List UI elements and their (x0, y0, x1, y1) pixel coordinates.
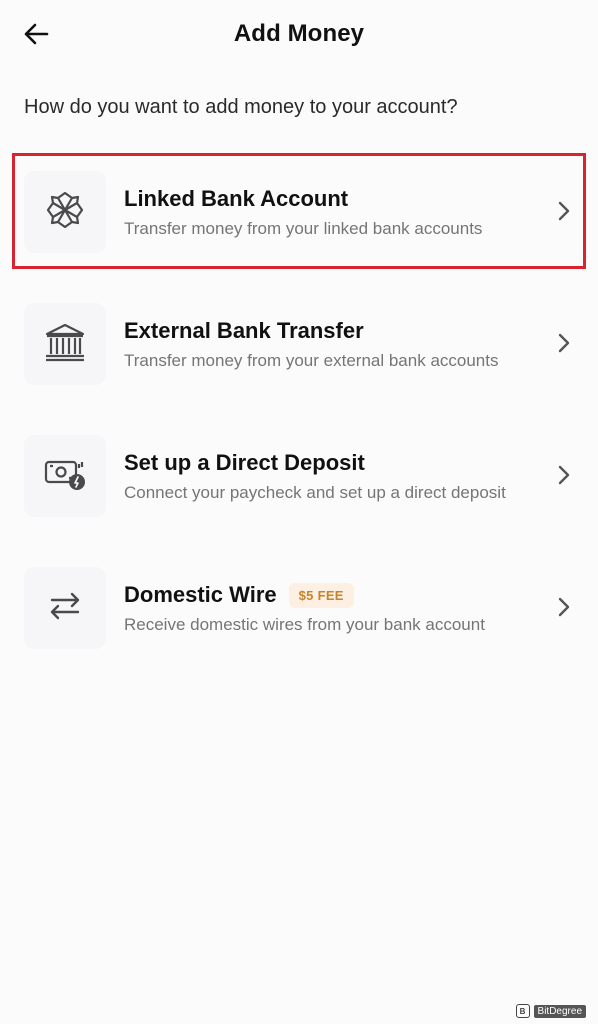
bank-building-icon (43, 322, 87, 367)
option-description: Transfer money from your linked bank acc… (124, 219, 483, 238)
header: Add Money (0, 0, 598, 70)
paycheck-icon (44, 456, 86, 497)
option-icon-box (24, 567, 106, 649)
option-direct-deposit[interactable]: Set up a Direct Deposit Connect your pay… (12, 417, 586, 533)
option-icon-box (24, 171, 106, 253)
option-description: Connect your paycheck and set up a direc… (124, 483, 506, 502)
fee-badge: $5 FEE (288, 582, 354, 608)
option-title-text: Linked Bank Account (124, 186, 349, 211)
option-external-bank-transfer[interactable]: External Bank Transfer Transfer money fr… (12, 285, 586, 401)
watermark-logo-icon: B (515, 1004, 530, 1018)
option-title: Set up a Direct Deposit (124, 450, 365, 476)
option-icon-box (24, 435, 106, 517)
option-title: External Bank Transfer (124, 318, 364, 344)
option-title-text: Set up a Direct Deposit (124, 450, 365, 475)
watermark: B BitDegree (515, 1004, 586, 1018)
watermark-text: BitDegree (533, 1004, 586, 1018)
chevron-right-icon (556, 463, 572, 487)
option-title: Linked Bank Account (124, 186, 348, 212)
page-subtitle: How do you want to add money to your acc… (24, 96, 458, 118)
page-title: Add Money (233, 20, 365, 47)
option-domestic-wire[interactable]: Domestic Wire $5 FEE Receive domestic wi… (12, 549, 586, 665)
chevron-right-icon (556, 331, 572, 355)
option-description: Transfer money from your external bank a… (124, 351, 499, 370)
linked-bank-icon (45, 190, 85, 235)
option-title-text: Domestic Wire (124, 582, 277, 607)
chevron-right-icon (556, 595, 572, 619)
option-linked-bank-account[interactable]: Linked Bank Account Transfer money from … (12, 153, 586, 269)
option-title: Domestic Wire $5 FEE (124, 582, 354, 608)
option-title-text: External Bank Transfer (124, 318, 364, 343)
chevron-right-icon (556, 199, 572, 223)
option-description: Receive domestic wires from your bank ac… (124, 615, 485, 634)
option-icon-box (24, 303, 106, 385)
transfer-arrows-icon (48, 590, 82, 627)
